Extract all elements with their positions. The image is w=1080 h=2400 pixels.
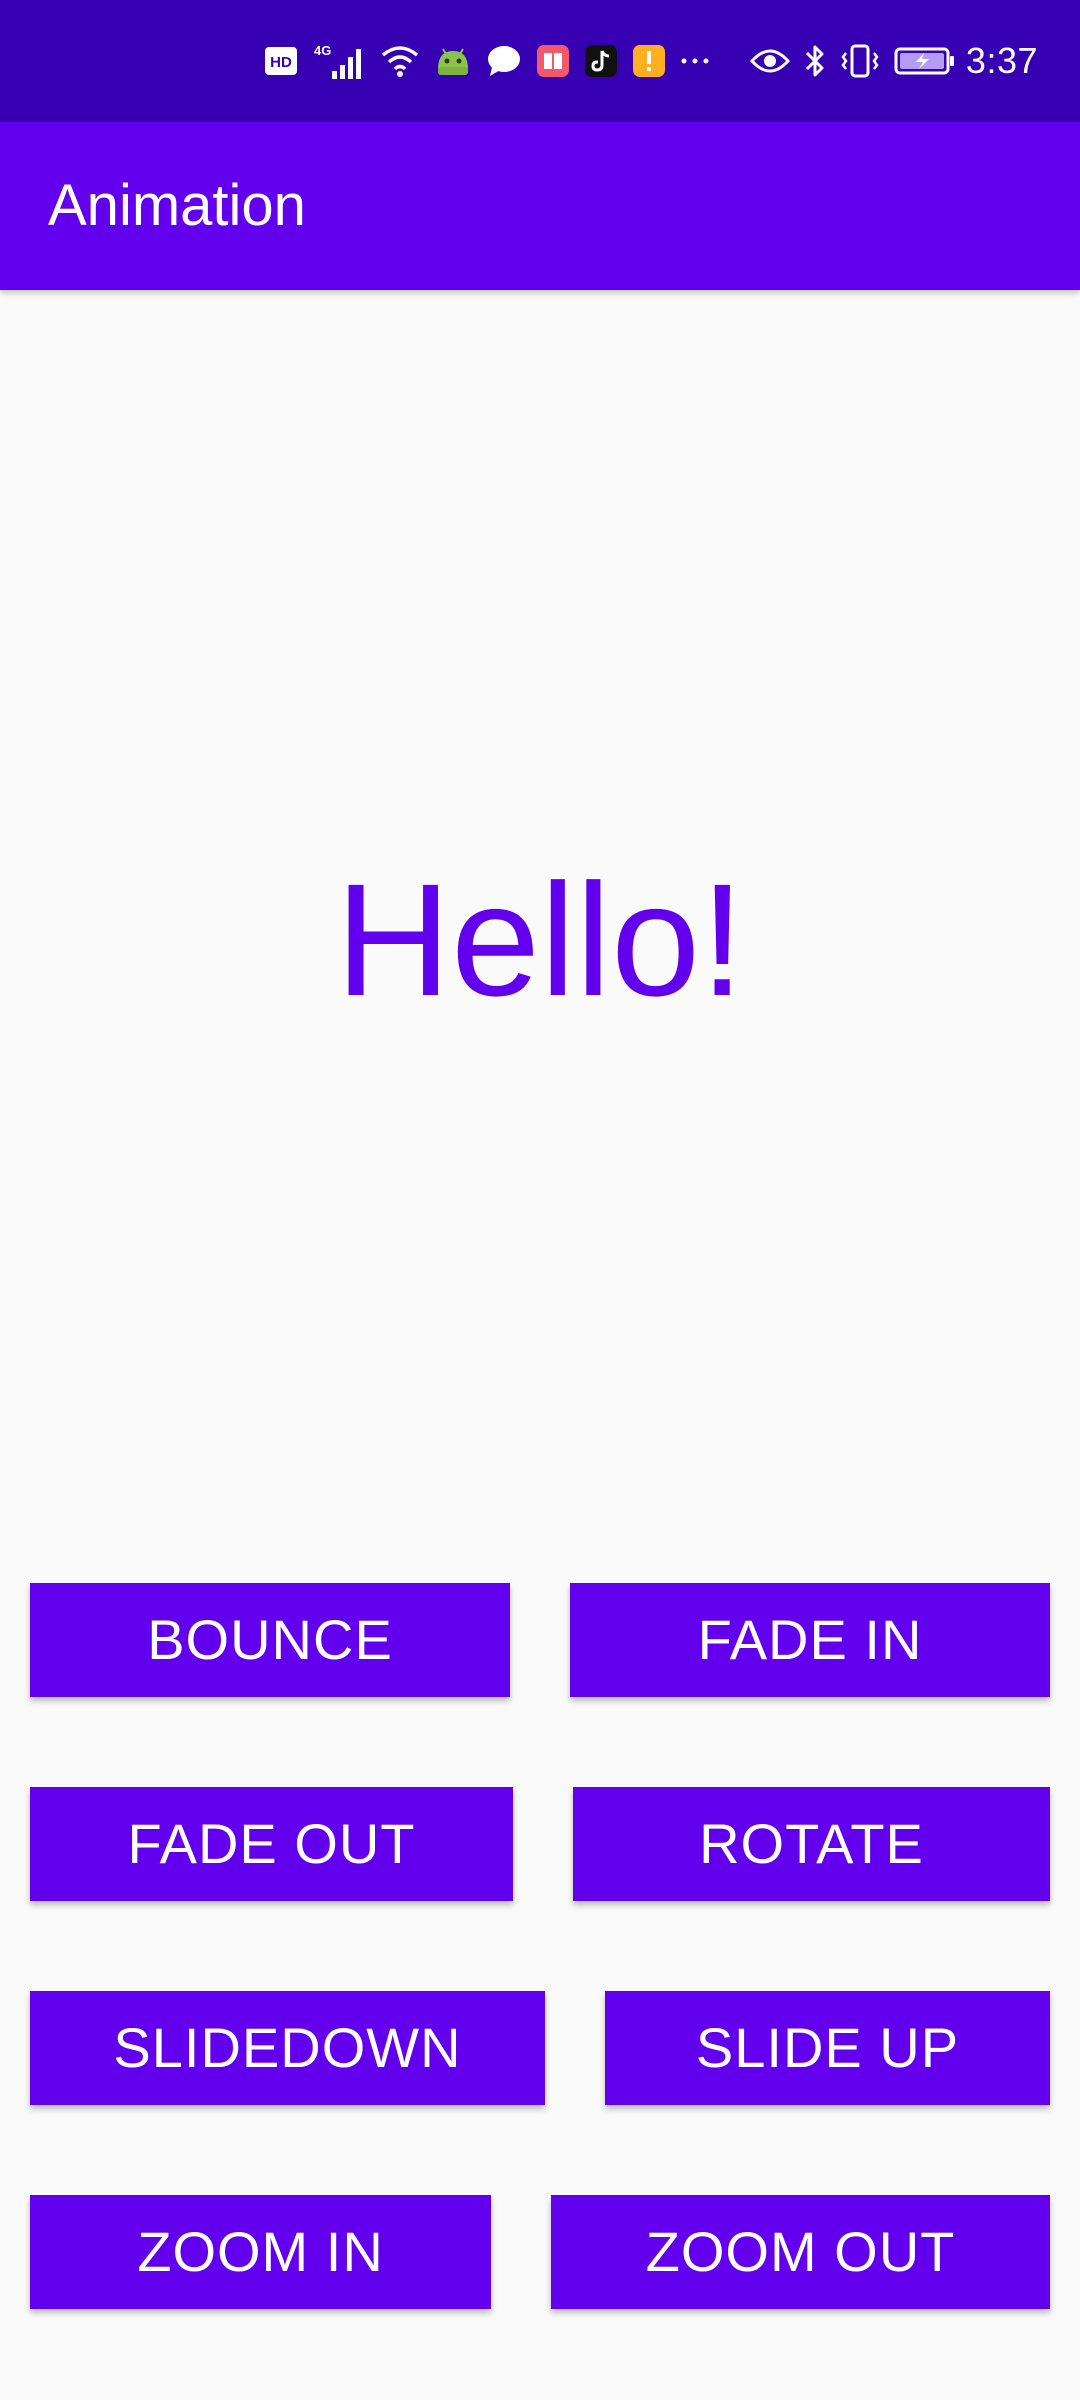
vibrate-icon [840,41,880,81]
hd-icon: HD [264,41,298,81]
chat-bubble-icon [486,41,522,81]
signal-4g-icon: 4G [312,41,366,81]
app-bar: Animation [0,122,1080,290]
bluetooth-icon [804,41,826,81]
rotate-button[interactable]: ROTATE [573,1787,1050,1901]
eye-icon [749,41,790,81]
status-icons: HD 4G 3:37 [264,0,1080,122]
svg-text:4G: 4G [314,43,331,58]
status-time: 3:37 [965,40,1038,81]
fade-in-button[interactable]: FADE IN [570,1583,1050,1697]
slide-up-button[interactable]: SLIDE UP [605,1991,1050,2105]
wifi-icon [380,41,420,81]
status-bar: HD 4G 3:37 [0,0,1080,122]
hello-text: Hello! [335,850,745,1029]
tiktok-icon [584,41,618,81]
zoom-out-button[interactable]: ZOOM OUT [551,2195,1050,2309]
book-app-icon [536,41,570,81]
svg-text:HD: HD [270,54,292,71]
bounce-button[interactable]: BOUNCE [30,1583,510,1697]
android-icon [434,41,472,81]
more-dots-icon [680,41,710,81]
warning-app-icon [632,41,666,81]
zoom-in-button[interactable]: ZOOM IN [30,2195,491,2309]
slidedown-button[interactable]: SLIDEDOWN [30,1991,545,2105]
battery-charging-icon [894,41,956,81]
app-title: Animation [48,173,306,238]
fade-out-button[interactable]: FADE OUT [30,1787,513,1901]
